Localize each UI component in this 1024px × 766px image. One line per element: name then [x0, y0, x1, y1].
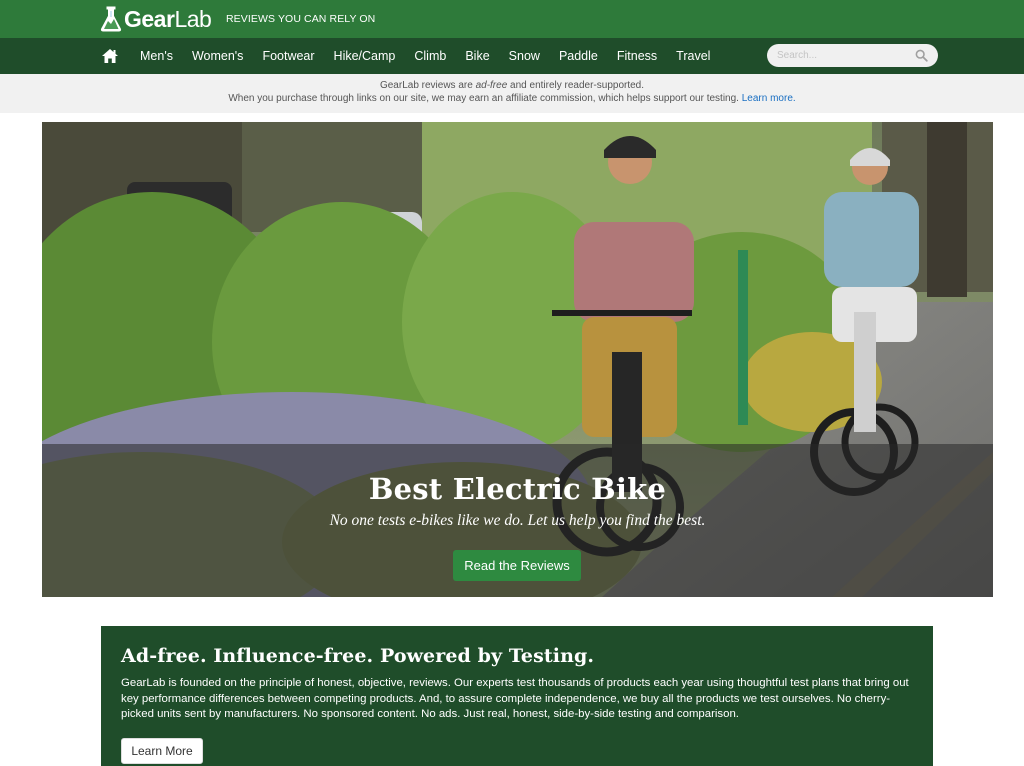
- read-reviews-button[interactable]: Read the Reviews: [453, 550, 581, 581]
- nav-item-travel[interactable]: Travel: [676, 49, 710, 63]
- nav-item-bike[interactable]: Bike: [465, 49, 489, 63]
- ad-free-title: Ad-free. Influence-free. Powered by Test…: [121, 645, 595, 667]
- ad-free-body: GearLab is founded on the principle of h…: [121, 677, 909, 720]
- main-nav: Men's Women's Footwear Hike/Camp Climb B…: [0, 38, 1024, 74]
- brand-bar: GearLab REVIEWS YOU CAN RELY ON: [0, 0, 1024, 38]
- flask-icon: [100, 6, 122, 32]
- nav-item-climb[interactable]: Climb: [414, 49, 446, 63]
- logo-text: GearLab: [124, 5, 212, 32]
- disclosure-line-2: When you purchase through links on our s…: [228, 93, 796, 104]
- nav-item-womens[interactable]: Women's: [192, 49, 243, 63]
- nav-list: Men's Women's Footwear Hike/Camp Climb B…: [140, 38, 729, 74]
- gearlab-logo[interactable]: GearLab: [100, 4, 212, 34]
- learn-more-button[interactable]: Learn More: [121, 738, 203, 764]
- ad-free-panel: Ad-free. Influence-free. Powered by Test…: [101, 626, 933, 766]
- home-icon[interactable]: [101, 47, 119, 65]
- nav-item-fitness[interactable]: Fitness: [617, 49, 657, 63]
- disclosure-line-1: GearLab reviews are ad-free and entirely…: [379, 80, 645, 91]
- learn-more-link[interactable]: Learn more.: [742, 93, 796, 104]
- search-box: [767, 44, 938, 67]
- tagline: REVIEWS YOU CAN RELY ON: [226, 13, 376, 25]
- hero-title: Best Electric Bike: [368, 472, 667, 506]
- hero-banner[interactable]: Best Electric Bike No one tests e-bikes …: [42, 122, 993, 597]
- search-icon[interactable]: [915, 49, 928, 62]
- affiliate-disclosure: GearLab reviews are ad-free and entirely…: [0, 74, 1024, 113]
- nav-item-paddle[interactable]: Paddle: [559, 49, 598, 63]
- nav-item-footwear[interactable]: Footwear: [262, 49, 314, 63]
- nav-item-mens[interactable]: Men's: [140, 49, 173, 63]
- hero-subtitle: No one tests e-bikes like we do. Let us …: [329, 512, 706, 529]
- search-input[interactable]: [777, 47, 907, 64]
- nav-item-snow[interactable]: Snow: [509, 49, 540, 63]
- nav-item-hike-camp[interactable]: Hike/Camp: [334, 49, 396, 63]
